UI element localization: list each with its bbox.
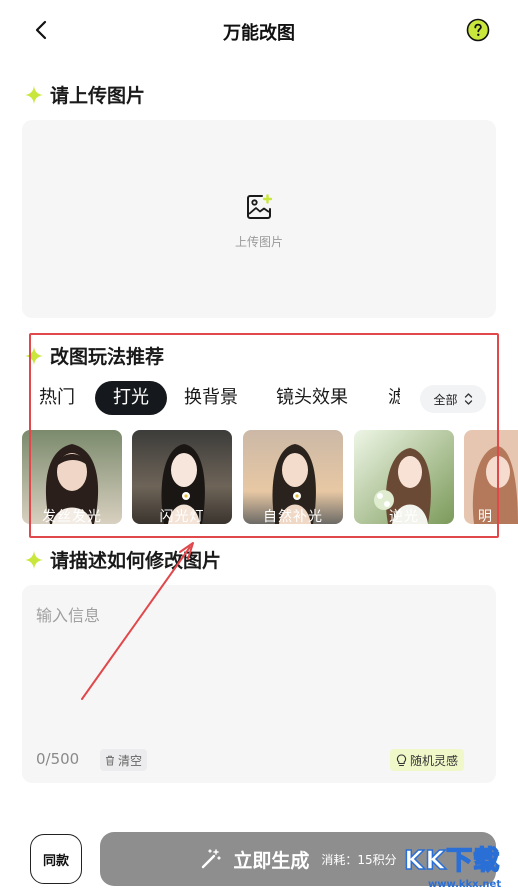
magic-wand-icon <box>202 849 222 869</box>
watermark-logo: KK下载 <box>403 845 501 877</box>
generate-label: 立即生成 <box>233 849 310 872</box>
arrow-annotation <box>81 542 194 700</box>
same-style-button[interactable]: 同款 <box>30 834 82 884</box>
watermark-url: www.kkx.net <box>428 879 502 890</box>
generate-cost: 消耗：15积分 <box>321 852 397 867</box>
